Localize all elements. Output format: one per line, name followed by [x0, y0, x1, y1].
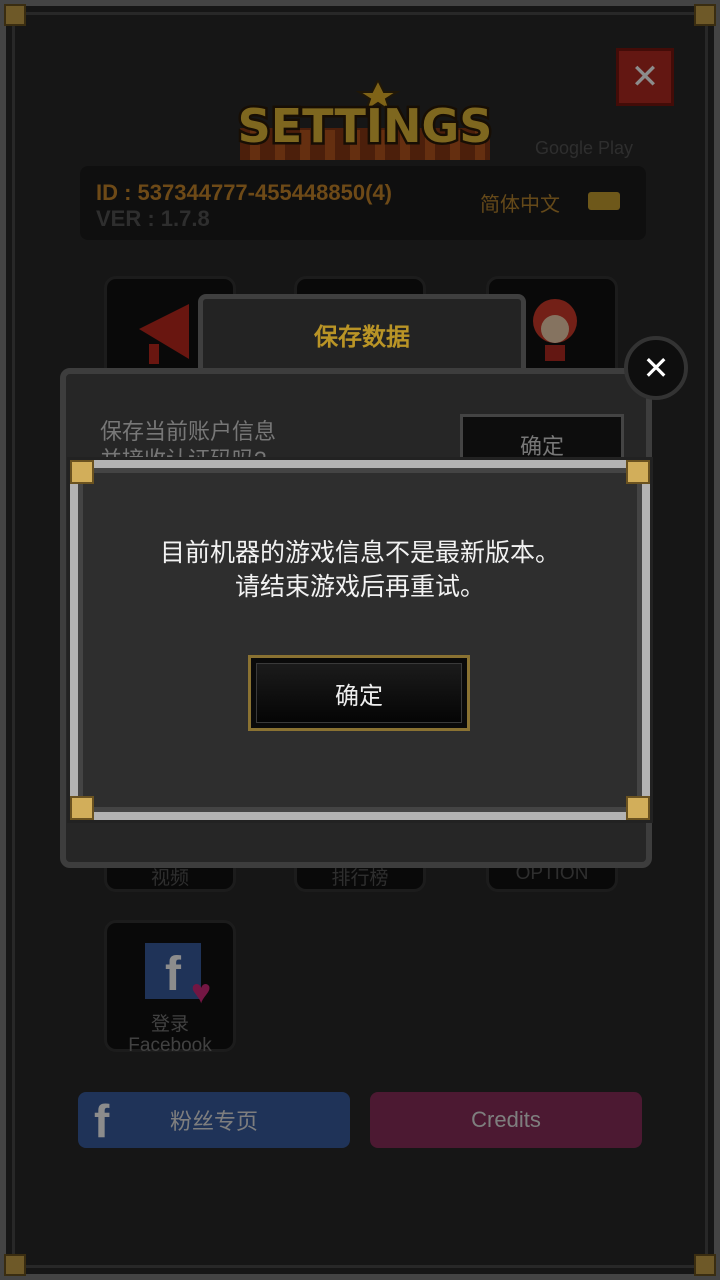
- alert-confirm-label: 确定: [335, 682, 383, 710]
- close-save-panel-button[interactable]: ✕: [624, 336, 688, 400]
- dialog-corner-ornament: [70, 796, 94, 820]
- alert-message-line1: 目前机器的游戏信息不是最新版本。: [159, 539, 560, 567]
- alert-message-line2: 请结束游戏后再重试。: [234, 573, 485, 601]
- save-data-tab: 保存数据: [198, 294, 526, 368]
- alert-confirm-button[interactable]: 确定: [248, 655, 470, 731]
- dialog-corner-ornament: [626, 796, 650, 820]
- save-confirm-button[interactable]: 确定: [460, 414, 624, 462]
- save-data-text: 保存当前账户信息 并接收认证码吗?: [100, 418, 340, 462]
- dialog-corner-ornament: [626, 460, 650, 484]
- close-icon: ✕: [642, 350, 670, 386]
- dialog-corner-ornament: [70, 460, 94, 484]
- alert-dialog: [70, 460, 650, 820]
- alert-message: 目前机器的游戏信息不是最新版本。 请结束游戏后再重试。: [0, 536, 720, 604]
- save-data-text-line1: 保存当前账户信息: [100, 419, 277, 444]
- save-data-title: 保存数据: [314, 324, 410, 351]
